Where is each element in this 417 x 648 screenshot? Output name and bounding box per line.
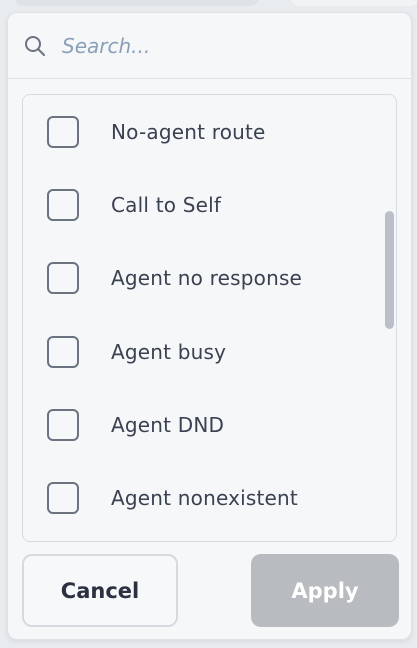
search-input[interactable] bbox=[62, 33, 362, 58]
list-item[interactable]: Call to Self bbox=[23, 175, 383, 235]
list-item[interactable]: Agent nonexistent bbox=[23, 468, 383, 528]
cancel-button[interactable]: Cancel bbox=[22, 554, 178, 627]
scrollbar-track[interactable] bbox=[384, 95, 396, 541]
options-list[interactable]: No-agent route Call to Self Agent no res… bbox=[22, 94, 397, 542]
checkbox[interactable] bbox=[47, 116, 79, 148]
option-label: No-agent route bbox=[111, 120, 266, 144]
search-bar bbox=[8, 13, 411, 79]
checkbox[interactable] bbox=[47, 189, 79, 221]
option-label: Agent busy bbox=[111, 340, 227, 364]
list-item[interactable]: Agent busy bbox=[23, 322, 383, 382]
checkbox[interactable] bbox=[47, 482, 79, 514]
apply-button[interactable]: Apply bbox=[251, 554, 399, 627]
search-icon bbox=[24, 35, 46, 57]
background-pill bbox=[14, 0, 260, 6]
list-item[interactable]: No-agent route bbox=[23, 102, 383, 162]
checkbox[interactable] bbox=[47, 409, 79, 441]
checkbox[interactable] bbox=[47, 262, 79, 294]
background-pill bbox=[290, 0, 417, 6]
filter-dropdown-panel: No-agent route Call to Self Agent no res… bbox=[7, 12, 412, 640]
list-item[interactable]: Agent DND bbox=[23, 395, 383, 455]
option-label: Call to Self bbox=[111, 193, 222, 217]
option-label: Agent nonexistent bbox=[111, 486, 298, 510]
checkbox[interactable] bbox=[47, 336, 79, 368]
option-label: Agent no response bbox=[111, 266, 303, 290]
option-label: Agent DND bbox=[111, 413, 225, 437]
list-item[interactable]: Agent no response bbox=[23, 248, 383, 308]
scrollbar-thumb[interactable] bbox=[385, 211, 394, 329]
